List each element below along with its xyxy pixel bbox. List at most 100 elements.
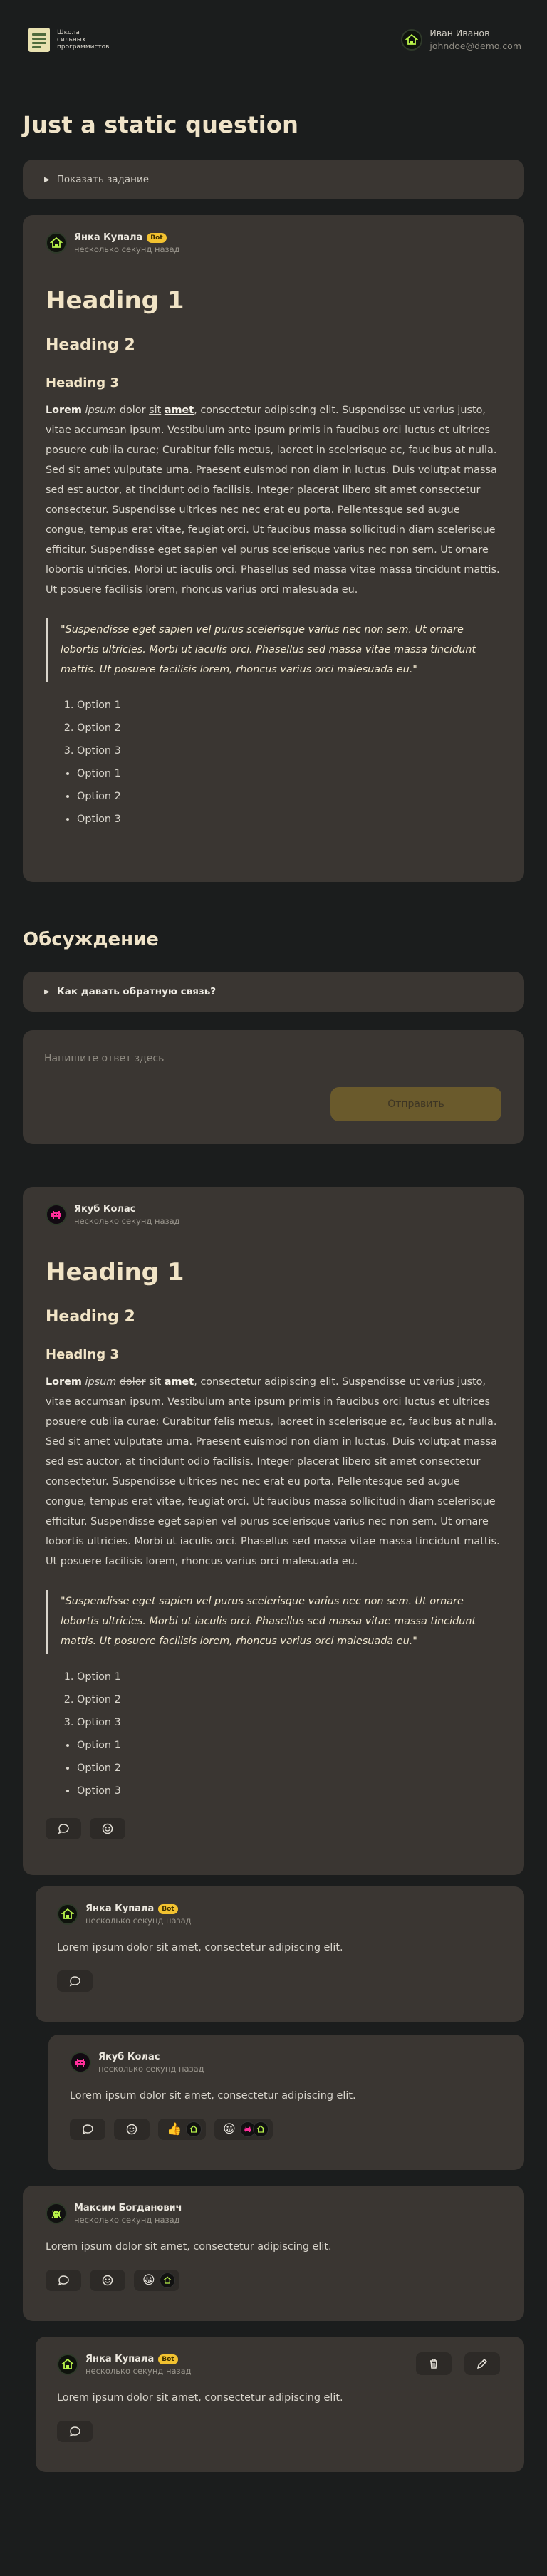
bot-badge: Bot bbox=[158, 2354, 178, 2364]
comment-icon bbox=[69, 1976, 80, 1987]
reply-button[interactable] bbox=[46, 1818, 81, 1839]
reply-text: Lorem ipsum dolor sit amet, consectetur … bbox=[57, 2392, 343, 2404]
reply-button[interactable] bbox=[46, 2270, 81, 2291]
reply-button[interactable] bbox=[57, 2421, 93, 2442]
reaction-smile[interactable]: 😀 bbox=[134, 2270, 179, 2291]
author-name[interactable]: Янка Купала bbox=[85, 1904, 154, 1915]
ordered-list: Option 1 Option 2 Option 3 bbox=[46, 694, 501, 762]
list-item: Option 2 bbox=[77, 717, 501, 739]
delete-button[interactable] bbox=[416, 2352, 452, 2375]
question-content: Heading 1 Heading 2 Heading 3 Lorem ipsu… bbox=[46, 286, 501, 831]
edit-button[interactable] bbox=[464, 2352, 500, 2375]
user-email: johndoe@demo.com bbox=[429, 41, 521, 51]
heading-3: Heading 3 bbox=[46, 375, 119, 390]
add-reaction-button[interactable] bbox=[90, 1818, 125, 1839]
author-name[interactable]: Якуб Колас bbox=[98, 2052, 160, 2063]
invader-avatar-icon bbox=[75, 2059, 85, 2067]
author-avatar[interactable] bbox=[46, 2203, 67, 2224]
triangle-right-icon: ▶ bbox=[44, 175, 50, 184]
author-avatar[interactable] bbox=[57, 2354, 78, 2375]
post-time: несколько секунд назад bbox=[74, 1216, 180, 1226]
reply-text: Lorem ipsum dolor sit amet, consectetur … bbox=[57, 1942, 343, 1953]
post-time: несколько секунд назад bbox=[74, 2215, 180, 2225]
reply-card: Янка Купала Bot несколько секунд назад Lo… bbox=[36, 2337, 524, 2472]
logo[interactable]: Школа сильных программистов bbox=[28, 28, 121, 52]
comment-author: Максим Богданович несколько секунд назад bbox=[46, 2203, 501, 2226]
list-item: Option 3 bbox=[77, 1711, 501, 1734]
reply-actions bbox=[57, 1970, 503, 1992]
list-item: Option 3 bbox=[77, 808, 501, 831]
reaction-smile[interactable]: 😀 bbox=[214, 2119, 273, 2140]
reply-author: Якуб Колас несколько секунд назад bbox=[70, 2052, 503, 2074]
show-task-label: Показать задание bbox=[56, 174, 150, 185]
house-avatar-icon bbox=[50, 237, 63, 248]
reply-button[interactable] bbox=[57, 1970, 93, 1992]
heading-1: Heading 1 bbox=[46, 286, 184, 315]
feedback-toggle[interactable]: ▶ Как давать обратную связь? bbox=[23, 972, 524, 1012]
add-reaction-button[interactable] bbox=[114, 2119, 150, 2140]
author-avatar[interactable] bbox=[46, 1204, 67, 1225]
blockquote: "Suspendisse eget sapien vel purus scele… bbox=[46, 618, 501, 682]
smile-icon: 😀 bbox=[142, 2273, 155, 2287]
comment-icon bbox=[58, 2275, 69, 2286]
invader-avatar-icon bbox=[51, 1211, 61, 1219]
answer-form: Напишите ответ здесь Отправить bbox=[23, 1030, 524, 1144]
answer-input[interactable]: Напишите ответ здесь bbox=[44, 1053, 503, 1079]
comment-card: Якуб Колас несколько секунд назад Headin… bbox=[23, 1187, 524, 1875]
author-name[interactable]: Янка Купала bbox=[74, 232, 142, 244]
list-item: Option 1 bbox=[77, 1734, 501, 1757]
heading-3: Heading 3 bbox=[46, 1347, 119, 1362]
trash-icon bbox=[430, 2359, 437, 2369]
comment-actions: 😀 bbox=[46, 2270, 501, 2291]
question-card: Янка Купала Bot несколько секунд назад He… bbox=[23, 215, 524, 882]
discussion-title: Обсуждение bbox=[23, 929, 159, 950]
comment-icon bbox=[82, 2124, 93, 2135]
unordered-list: Option 1 Option 2 Option 3 bbox=[46, 1734, 501, 1802]
author-name[interactable]: Якуб Колас bbox=[74, 1204, 135, 1215]
reply-card: Якуб Колас несколько секунд назад Lorem … bbox=[48, 2035, 524, 2170]
unordered-list: Option 1 Option 2 Option 3 bbox=[46, 762, 501, 831]
reactor-avatar bbox=[159, 2273, 175, 2288]
author-name[interactable]: Янка Купала bbox=[85, 2354, 154, 2365]
house-avatar-icon bbox=[61, 2358, 74, 2369]
list-item: Option 1 bbox=[77, 694, 501, 717]
list-item: Option 3 bbox=[77, 1780, 501, 1802]
author-avatar[interactable] bbox=[46, 232, 67, 254]
lorem-paragraph: Lorem ipsum dolor sit amet, consectetur … bbox=[46, 1376, 500, 1567]
show-task-toggle[interactable]: ▶ Показать задание bbox=[23, 160, 524, 199]
reply-card: Янка Купала Bot несколько секунд назад Lo… bbox=[36, 1886, 524, 2022]
bot-badge: Bot bbox=[147, 233, 167, 243]
post-time: несколько секунд назад bbox=[85, 2366, 192, 2376]
logo-icon bbox=[28, 28, 50, 52]
reply-button[interactable] bbox=[70, 2119, 105, 2140]
comment-author: Якуб Колас несколько секунд назад bbox=[46, 1204, 501, 1227]
smile-icon: 😀 bbox=[223, 2122, 236, 2136]
list-item: Option 1 bbox=[77, 762, 501, 785]
ordered-list: Option 1 Option 2 Option 3 bbox=[46, 1666, 501, 1734]
emoji-icon bbox=[102, 2275, 113, 2286]
author-name[interactable]: Максим Богданович bbox=[74, 2203, 182, 2214]
page-title: Just a static question bbox=[23, 111, 299, 138]
comment-icon bbox=[69, 2426, 80, 2437]
send-button[interactable]: Отправить bbox=[330, 1087, 501, 1121]
emoji-icon bbox=[126, 2124, 137, 2135]
reactor-avatar bbox=[252, 2121, 269, 2137]
author-avatar[interactable] bbox=[57, 1904, 78, 1925]
post-time: несколько секунд назад bbox=[85, 1916, 192, 1926]
user-menu[interactable]: Иван Иванов johndoe@demo.com bbox=[401, 27, 521, 53]
thumbs-up-icon: 👍 bbox=[167, 2122, 182, 2136]
user-avatar bbox=[401, 29, 423, 51]
heading-2: Heading 2 bbox=[46, 1308, 135, 1326]
list-item: Option 2 bbox=[77, 1757, 501, 1780]
list-item: Option 3 bbox=[77, 739, 501, 762]
author-avatar[interactable] bbox=[70, 2052, 91, 2073]
house-avatar-icon bbox=[61, 1908, 74, 1919]
bug-avatar-icon bbox=[51, 2210, 61, 2218]
reply-text: Lorem ipsum dolor sit amet, consectetur … bbox=[70, 2090, 356, 2102]
reaction-thumbs-up[interactable]: 👍 bbox=[158, 2119, 207, 2140]
list-item: Option 2 bbox=[77, 1688, 501, 1711]
add-reaction-button[interactable] bbox=[90, 2270, 125, 2291]
top-header: Школа сильных программистов Иван Иванов … bbox=[0, 0, 547, 80]
logo-text: Школа сильных программистов bbox=[57, 29, 110, 51]
reply-actions bbox=[57, 2421, 503, 2442]
